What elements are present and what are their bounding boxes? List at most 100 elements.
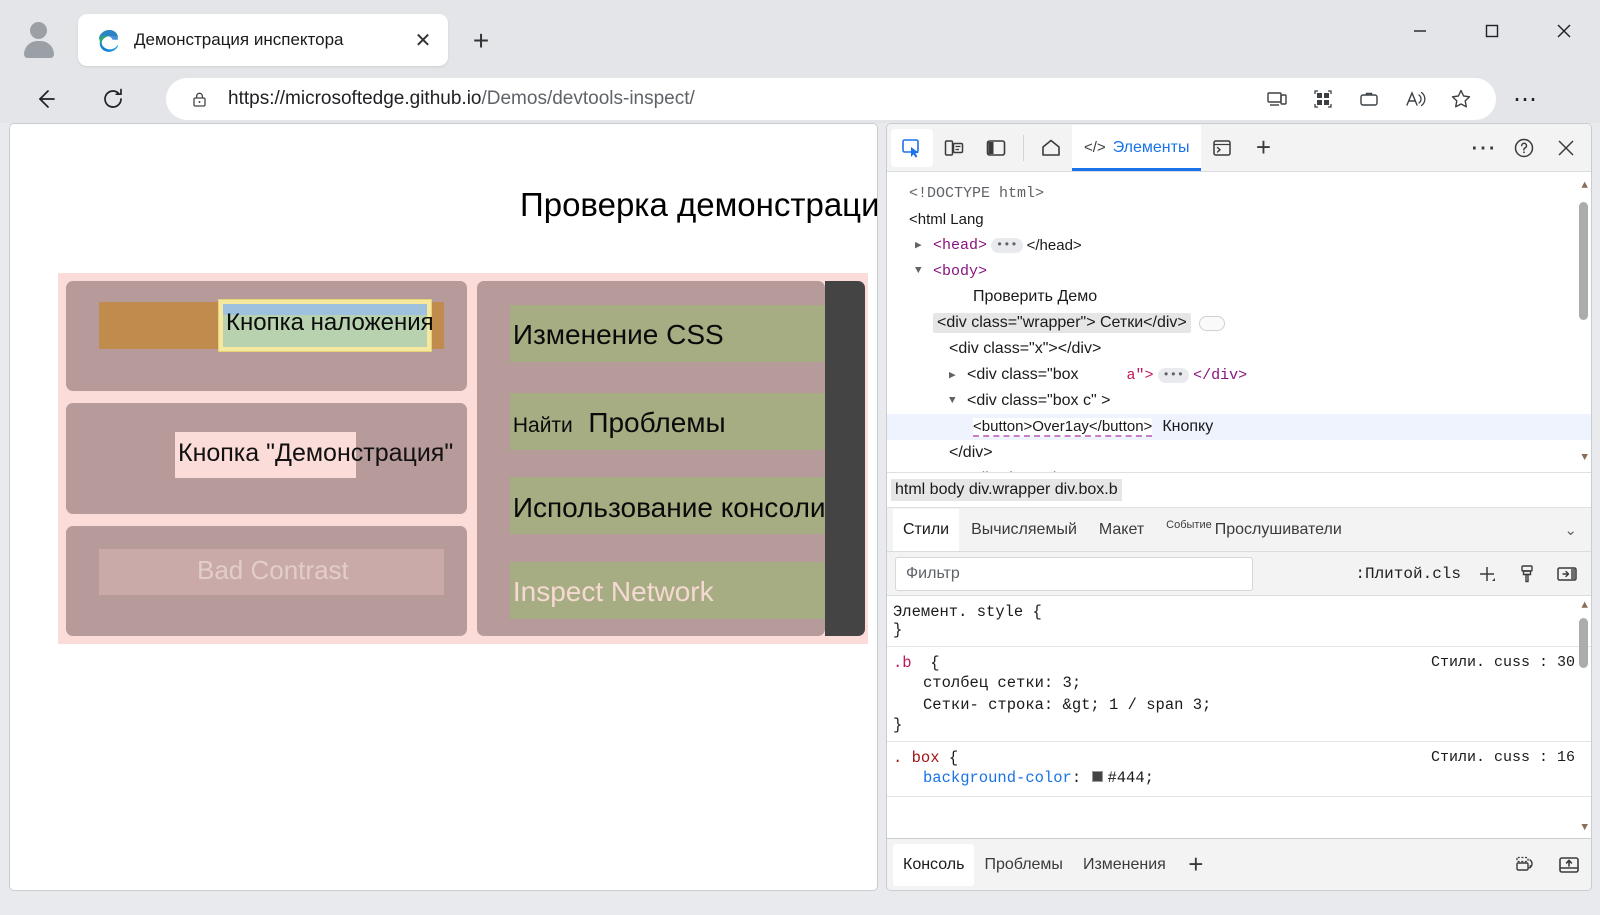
drawer-tab-issues-label: Проблемы	[984, 855, 1063, 873]
scroll-up-arrow-icon[interactable]: ▲	[1581, 180, 1588, 192]
dom-line-body[interactable]: ▼ <body>	[887, 258, 1591, 284]
css-rule-box[interactable]: . box { Стили. cuss : 16 background-colo…	[887, 742, 1591, 797]
css-rules-scroll-thumb[interactable]	[1579, 618, 1588, 668]
dom-line-doctype[interactable]: <!DOCTYPE html>	[887, 180, 1591, 206]
dom-line-box-a[interactable]: ▶ <div class="box a"> ••• </div>	[887, 362, 1591, 388]
expand-triangle-icon[interactable]: ▶	[949, 368, 963, 382]
tab-layout[interactable]: Макет	[1089, 509, 1154, 551]
home-icon[interactable]	[1030, 129, 1072, 167]
dom-line-box-c-close[interactable]: </div>	[887, 440, 1591, 466]
close-window-button[interactable]	[1528, 0, 1600, 62]
collapse-triangle-icon[interactable]: ▼	[949, 395, 963, 407]
restore-drawer-icon[interactable]	[1503, 847, 1547, 883]
demo-button-label: Кнопка "Демонстрация"	[178, 439, 454, 468]
dock-side-icon[interactable]	[975, 129, 1017, 167]
device-emulation-icon[interactable]	[933, 129, 975, 167]
css-rule-element-style[interactable]: Элемент. style { }	[887, 596, 1591, 647]
devtools-panel: </> Элементы + ⋯ <!DOCTYPE html> <html L…	[886, 123, 1592, 891]
add-panel-button[interactable]: +	[1243, 129, 1283, 167]
scroll-down-arrow-icon[interactable]: ▼	[1581, 452, 1588, 464]
css-value-grid-column: 3;	[1062, 674, 1082, 692]
overlay-button-label[interactable]: Кнопка наложения	[226, 309, 434, 337]
help-question-icon[interactable]	[1503, 129, 1545, 167]
browser-tab[interactable]: Демонстрация инспектора ✕	[78, 14, 448, 66]
drawer-add-tab-button[interactable]: +	[1176, 846, 1216, 884]
dom-line-box-c[interactable]: ▼ <div class="box c" >	[887, 388, 1591, 414]
find-issues-prefix-text: Найти	[512, 414, 573, 437]
maximize-button[interactable]	[1456, 0, 1528, 62]
css-source-box[interactable]: Стили. cuss : 16	[1431, 749, 1575, 766]
expand-triangle-icon[interactable]: ▶	[915, 238, 929, 252]
css-selector-b[interactable]: .b	[893, 654, 912, 672]
tab-styles[interactable]: Стили	[893, 508, 960, 551]
find-issues-label: Проблемы	[588, 407, 726, 438]
dom-line-wrapper[interactable]: <div class="wrapper"> Сетки</div>	[887, 310, 1591, 336]
collapse-triangle-icon[interactable]: ▼	[915, 265, 929, 277]
css-declaration[interactable]: Сетки- строка: &gt; 1 / span 3;	[893, 694, 1591, 716]
css-rules-pane[interactable]: Элемент. style { } .b { Стили. cuss : 30…	[887, 596, 1591, 838]
open-brace: {	[939, 749, 959, 767]
read-aloud-icon[interactable]	[1392, 81, 1438, 117]
css-source-b[interactable]: Стили. cuss : 30	[1431, 654, 1575, 671]
toggle-class-button[interactable]: :Плитой.cls	[1349, 565, 1467, 583]
css-rule-b[interactable]: .b { Стили. cuss : 30 столбец сетки: 3; …	[887, 647, 1591, 742]
browser-essentials-icon[interactable]	[1346, 81, 1392, 117]
drawer-tab-changes[interactable]: Изменения	[1073, 844, 1176, 886]
back-button[interactable]	[24, 78, 66, 120]
url-text[interactable]: https://microsoftedge.github.io/Demos/de…	[228, 88, 1254, 110]
collapsed-children-icon[interactable]: •••	[1157, 471, 1190, 472]
dom-line-html[interactable]: <html Lang	[887, 206, 1591, 232]
chevron-down-icon[interactable]: ⌄	[1564, 521, 1591, 539]
cast-icon[interactable]	[1254, 81, 1300, 117]
inspect-element-icon[interactable]	[891, 128, 933, 167]
reload-button[interactable]	[92, 78, 134, 120]
dom-line-box-d[interactable]: ▶ <div class="box d"> ••• </div>	[887, 466, 1591, 472]
drawer-tab-console[interactable]: Консоль	[893, 843, 975, 886]
dom-line-text-demo[interactable]: Проверить Демо	[887, 284, 1591, 310]
tab-event-listeners[interactable]: Событие Прослушиватели	[1156, 509, 1352, 551]
browser-settings-menu-button[interactable]: ⋯	[1504, 81, 1548, 117]
drawer-tab-issues[interactable]: Проблемы	[974, 844, 1072, 886]
tab-computed[interactable]: Вычисляемый	[961, 509, 1087, 551]
css-rules-scrollbar[interactable]: ▲ ▼	[1579, 600, 1588, 834]
collapsed-children-icon[interactable]: •••	[991, 237, 1023, 253]
filter-input[interactable]: Фильтр	[895, 556, 1253, 591]
dom-line-head[interactable]: ▶ <head> ••• </head>	[887, 232, 1591, 258]
tab-close-icon[interactable]: ✕	[408, 25, 438, 55]
breadcrumb-text[interactable]: html body div.wrapper div.box.b	[891, 479, 1122, 501]
tab-elements[interactable]: </> Элементы	[1072, 124, 1202, 171]
dom-line-x-text: <div class="x"></div>	[949, 340, 1102, 357]
minimize-button[interactable]	[1384, 0, 1456, 62]
console-terminal-icon[interactable]	[1201, 129, 1243, 167]
paintbrush-icon[interactable]	[1507, 557, 1547, 591]
devtools-more-button[interactable]: ⋯	[1463, 129, 1503, 167]
scroll-down-arrow-icon[interactable]: ▼	[1581, 822, 1588, 834]
dock-bottom-icon[interactable]	[1547, 847, 1591, 883]
dom-line-x[interactable]: <div class="x"></div>	[887, 336, 1591, 362]
avatar-head	[30, 22, 47, 39]
new-style-rule-button[interactable]	[1467, 557, 1507, 591]
css-declaration[interactable]: background-color: #444;	[893, 767, 1591, 789]
dom-line-button-selected[interactable]: <button>Over1ay</button> Кнопку	[887, 414, 1591, 440]
address-bar[interactable]: https://microsoftedge.github.io/Demos/de…	[166, 78, 1496, 120]
open-brace: {	[911, 654, 940, 672]
devtools-close-icon[interactable]	[1545, 129, 1587, 167]
color-swatch[interactable]	[1092, 771, 1104, 783]
breadcrumb[interactable]: html body div.wrapper div.box.b	[887, 472, 1591, 508]
dom-tree-scrollbar[interactable]: ▲ ▼	[1579, 180, 1588, 464]
new-tab-button[interactable]: +	[462, 22, 500, 60]
css-declaration[interactable]: столбец сетки: 3;	[893, 672, 1591, 694]
show-sidebar-icon[interactable]	[1547, 557, 1587, 591]
css-selector-element-style[interactable]: Элемент. style	[893, 603, 1023, 621]
toggle-class-label: :Плитой.cls	[1355, 564, 1461, 583]
collapsed-children-icon[interactable]: •••	[1157, 367, 1190, 383]
wrapper-grid-badge[interactable]	[1198, 315, 1225, 331]
demo-right-column: Изменение CSS Найти Проблемы Использован…	[476, 281, 865, 636]
dom-tree[interactable]: <!DOCTYPE html> <html Lang ▶ <head> ••• …	[887, 172, 1591, 472]
favorite-star-icon[interactable]	[1438, 81, 1484, 117]
profile-avatar[interactable]	[18, 16, 60, 58]
scroll-up-arrow-icon[interactable]: ▲	[1581, 600, 1588, 612]
dom-tree-scroll-thumb[interactable]	[1579, 202, 1588, 320]
css-selector-box[interactable]: . box	[893, 749, 940, 767]
collections-grid-icon[interactable]	[1300, 81, 1346, 117]
